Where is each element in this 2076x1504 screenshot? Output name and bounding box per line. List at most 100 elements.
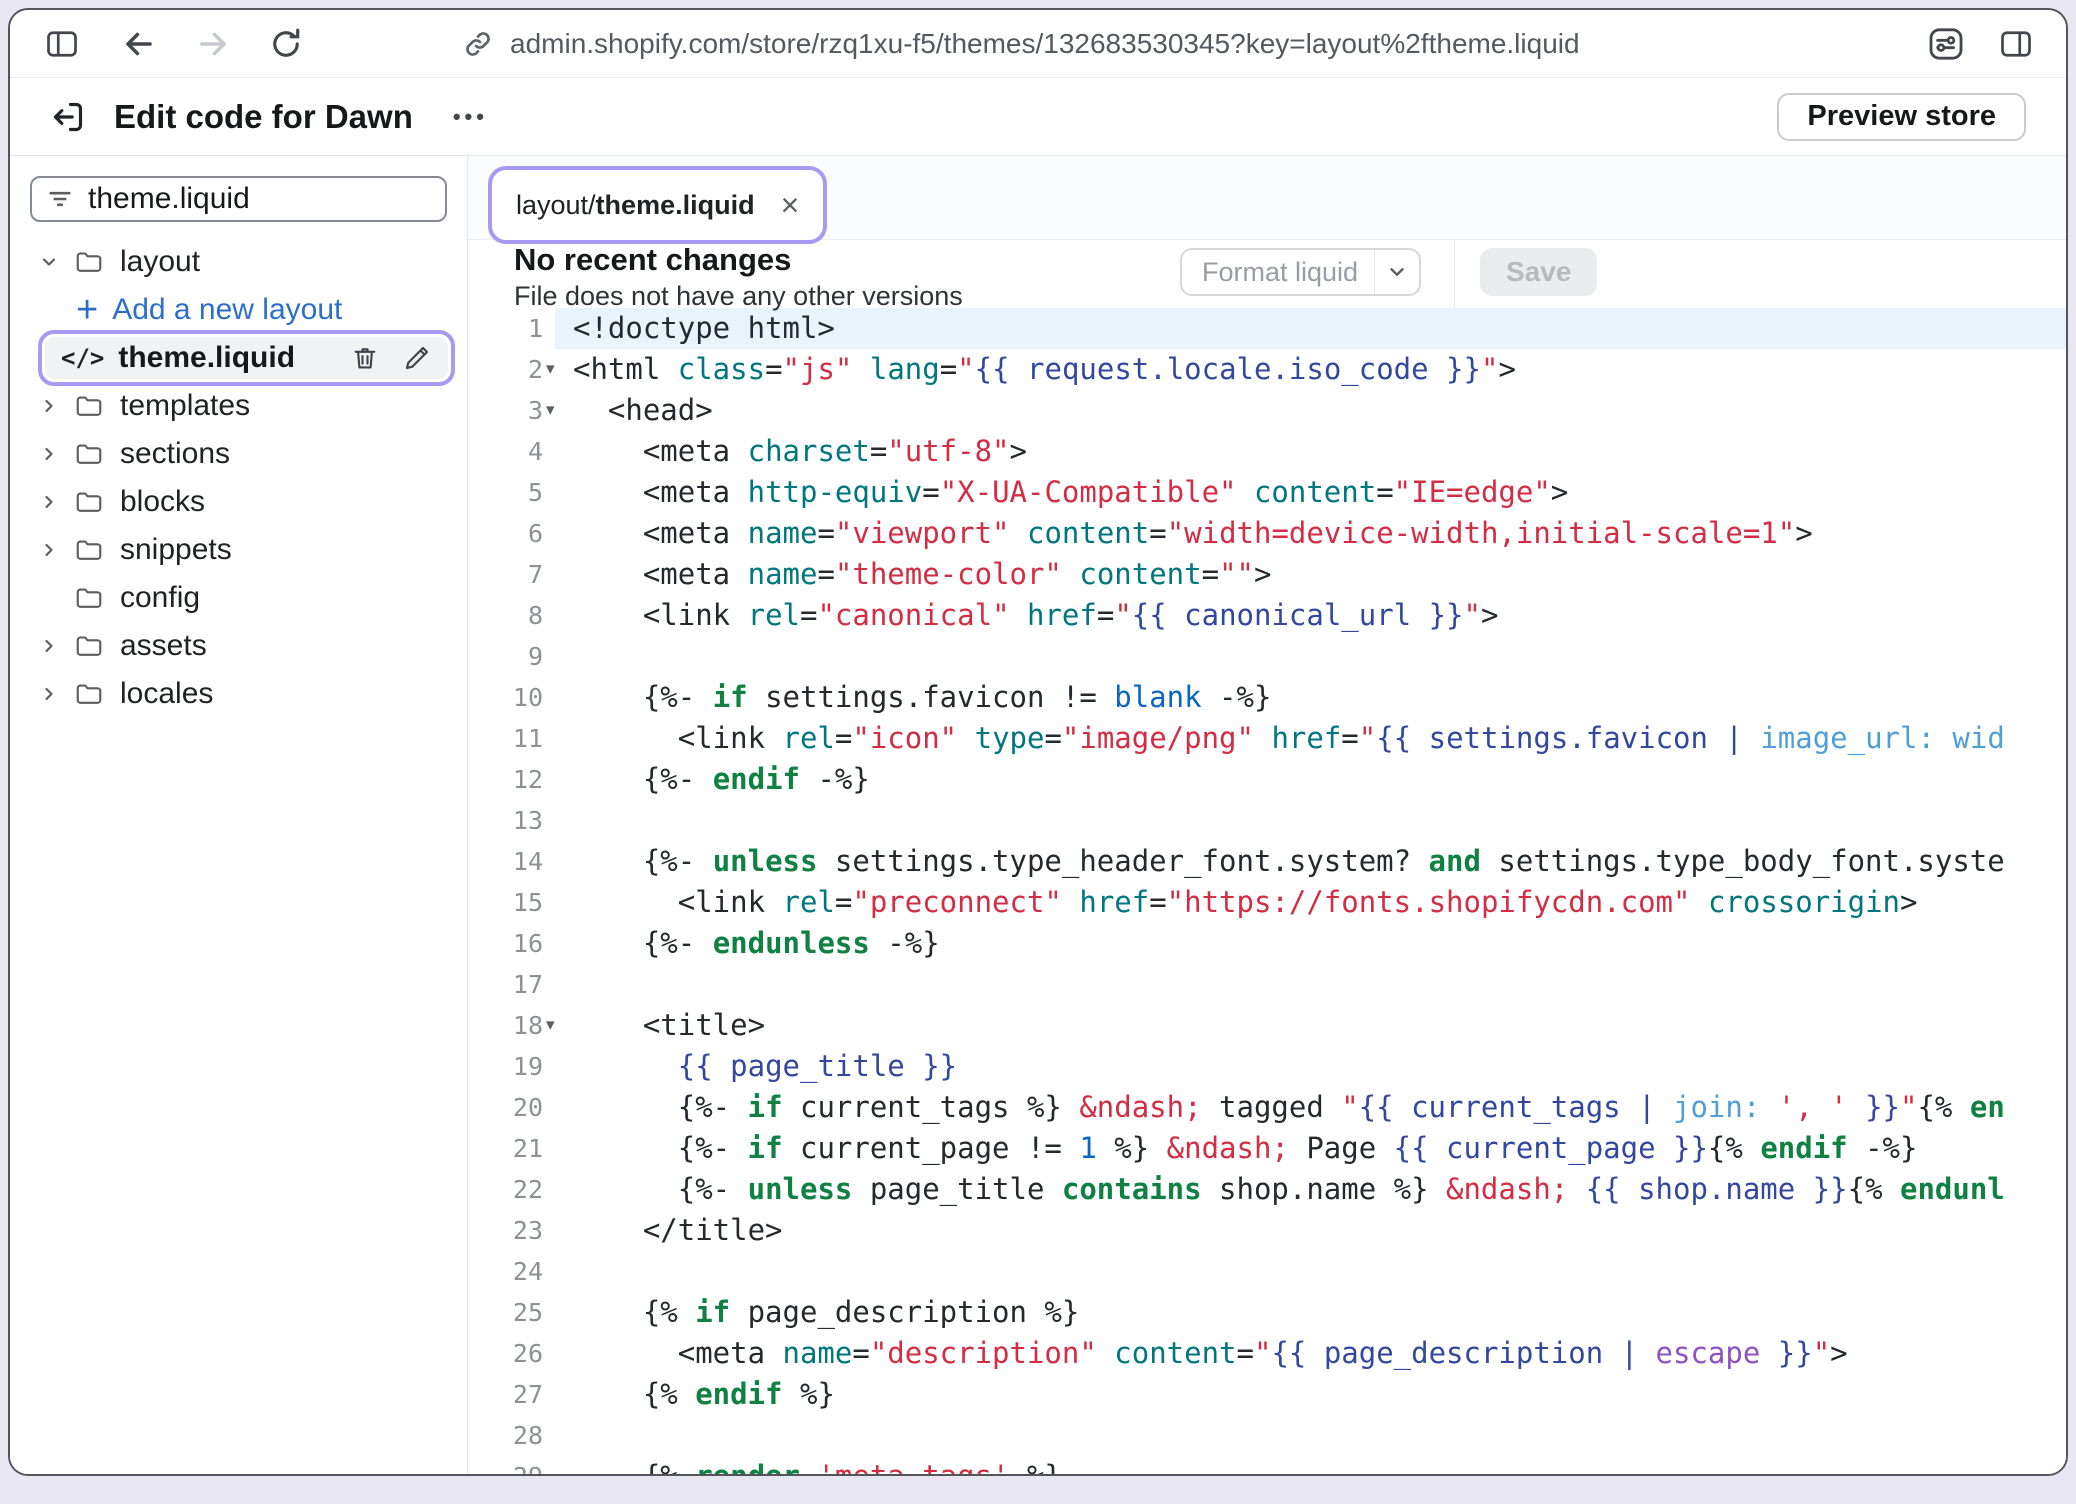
folder-icon <box>74 439 104 469</box>
sidebar-item-locales[interactable]: locales <box>10 670 467 718</box>
line-number: 6 <box>468 513 555 554</box>
fold-chevron-icon[interactable]: ▾ <box>546 349 555 390</box>
sidebar-item-label: snippets <box>120 533 232 567</box>
line-number: 2▾ <box>468 349 555 390</box>
link-icon <box>462 28 494 60</box>
delete-icon[interactable] <box>350 343 380 373</box>
close-icon[interactable]: × <box>781 189 800 221</box>
code-line[interactable]: 13 <box>468 800 2066 841</box>
sidebar-item-config[interactable]: config <box>10 574 467 622</box>
code-line[interactable]: 20 {%- if current_tags %} &ndash; tagged… <box>468 1087 2066 1128</box>
tab-file: theme.liquid <box>596 190 755 221</box>
line-number: 18▾ <box>468 1005 555 1046</box>
line-number: 21 <box>468 1128 555 1169</box>
sidebar-item-label: layout <box>120 245 200 279</box>
page-title: Edit code for Dawn <box>114 98 413 136</box>
folder-icon <box>74 631 104 661</box>
add-new-layout-link[interactable]: + Add a new layout <box>10 286 467 334</box>
folder-icon <box>74 679 104 709</box>
forward-icon[interactable] <box>194 25 232 63</box>
line-number: 29 <box>468 1456 555 1474</box>
code-line[interactable]: 16 {%- endunless -%} <box>468 923 2066 964</box>
code-line[interactable]: 12 {%- endif -%} <box>468 759 2066 800</box>
line-number: 27 <box>468 1374 555 1415</box>
code-line[interactable]: 21 {%- if current_page != 1 %} &ndash; P… <box>468 1128 2066 1169</box>
file-tree-sidebar: theme.liquid layout + Add a new layout <… <box>10 156 468 1474</box>
code-editor[interactable]: 1<!doctype html>2▾<html class="js" lang=… <box>468 308 2066 1474</box>
code-line[interactable]: 8 <link rel="canonical" href="{{ canonic… <box>468 595 2066 636</box>
code-line[interactable]: 2▾<html class="js" lang="{{ request.loca… <box>468 349 2066 390</box>
line-number: 15 <box>468 882 555 923</box>
code-line[interactable]: 15 <link rel="preconnect" href="https://… <box>468 882 2066 923</box>
preview-store-button[interactable]: Preview store <box>1777 93 2026 141</box>
chevron-right-icon <box>38 492 60 512</box>
annotation-highlight-sidebar: </> theme.liquid <box>38 330 455 386</box>
exit-icon[interactable] <box>48 97 88 137</box>
sidebar-toggle-icon[interactable] <box>44 26 80 62</box>
more-actions-icon[interactable]: ••• <box>453 104 488 130</box>
chevron-down-icon <box>38 252 60 272</box>
sidebar-item-layout[interactable]: layout <box>10 238 467 286</box>
sidebar-item-blocks[interactable]: blocks <box>10 478 467 526</box>
sidebar-item-theme-liquid[interactable]: </> theme.liquid <box>45 337 448 379</box>
code-line[interactable]: 9 <box>468 636 2066 677</box>
code-line[interactable]: 19 {{ page_title }} <box>468 1046 2066 1087</box>
sidebar-item-label: assets <box>120 629 207 663</box>
code-line[interactable]: 3▾ <head> <box>468 390 2066 431</box>
back-icon[interactable] <box>120 25 158 63</box>
format-liquid-button[interactable]: Format liquid <box>1180 248 1421 296</box>
code-line[interactable]: 27 {% endif %} <box>468 1374 2066 1415</box>
code-line[interactable]: 22 {%- unless page_title contains shop.n… <box>468 1169 2066 1210</box>
sidebar-item-assets[interactable]: assets <box>10 622 467 670</box>
search-input[interactable]: theme.liquid <box>30 176 447 222</box>
code-line[interactable]: 14 {%- unless settings.type_header_font.… <box>468 841 2066 882</box>
edit-icon[interactable] <box>402 343 432 373</box>
code-line[interactable]: 23 </title> <box>468 1210 2066 1251</box>
code-line[interactable]: 17 <box>468 964 2066 1005</box>
line-number: 24 <box>468 1251 555 1292</box>
code-line[interactable]: 29 {% render 'meta-tags' %} <box>468 1456 2066 1474</box>
code-line[interactable]: 5 <meta http-equiv="X-UA-Compatible" con… <box>468 472 2066 513</box>
fold-chevron-icon[interactable]: ▾ <box>546 1005 555 1046</box>
reload-icon[interactable] <box>268 26 304 62</box>
line-number: 10 <box>468 677 555 718</box>
fold-chevron-icon[interactable]: ▾ <box>546 390 555 431</box>
search-value: theme.liquid <box>88 182 250 216</box>
sidebar-item-sections[interactable]: sections <box>10 430 467 478</box>
browser-toolbar: admin.shopify.com/store/rzq1xu-f5/themes… <box>10 10 2066 78</box>
extensions-icon[interactable] <box>1926 24 1966 64</box>
chevron-right-icon <box>38 396 60 416</box>
code-line[interactable]: 10 {%- if settings.favicon != blank -%} <box>468 677 2066 718</box>
code-line[interactable]: 25 {% if page_description %} <box>468 1292 2066 1333</box>
code-line[interactable]: 7 <meta name="theme-color" content=""> <box>468 554 2066 595</box>
format-liquid-label: Format liquid <box>1182 257 1374 288</box>
code-line[interactable]: 11 <link rel="icon" type="image/png" hre… <box>468 718 2066 759</box>
line-number: 25 <box>468 1292 555 1333</box>
chevron-down-icon[interactable] <box>1374 250 1419 294</box>
side-panel-icon[interactable] <box>1998 26 2034 62</box>
save-button[interactable]: Save <box>1480 248 1597 296</box>
code-line[interactable]: 4 <meta charset="utf-8"> <box>468 431 2066 472</box>
code-line[interactable]: 26 <meta name="description" content="{{ … <box>468 1333 2066 1374</box>
folder-icon <box>74 487 104 517</box>
annotation-highlight-tab: layout/theme.liquid × <box>488 166 827 244</box>
code-line[interactable]: 18▾ <title> <box>468 1005 2066 1046</box>
code-line[interactable]: 6 <meta name="viewport" content="width=d… <box>468 513 2066 554</box>
code-line[interactable]: 28 <box>468 1415 2066 1456</box>
code-line[interactable]: 24 <box>468 1251 2066 1292</box>
address-bar[interactable]: admin.shopify.com/store/rzq1xu-f5/themes… <box>510 28 1580 60</box>
add-layout-label: Add a new layout <box>112 293 342 327</box>
tab-theme-liquid[interactable]: layout/theme.liquid × <box>496 174 819 236</box>
line-number: 19 <box>468 1046 555 1087</box>
header-divider <box>1454 240 1455 308</box>
app-header: Edit code for Dawn ••• Preview store <box>10 78 2066 156</box>
code-file-icon: </> <box>61 344 104 372</box>
filter-icon <box>46 185 74 213</box>
sidebar-item-templates[interactable]: templates <box>10 382 467 430</box>
line-number: 9 <box>468 636 555 677</box>
code-line[interactable]: 1<!doctype html> <box>468 308 2066 349</box>
plus-icon: + <box>76 291 98 329</box>
sidebar-item-label: templates <box>120 389 250 423</box>
sidebar-item-snippets[interactable]: snippets <box>10 526 467 574</box>
line-number: 14 <box>468 841 555 882</box>
